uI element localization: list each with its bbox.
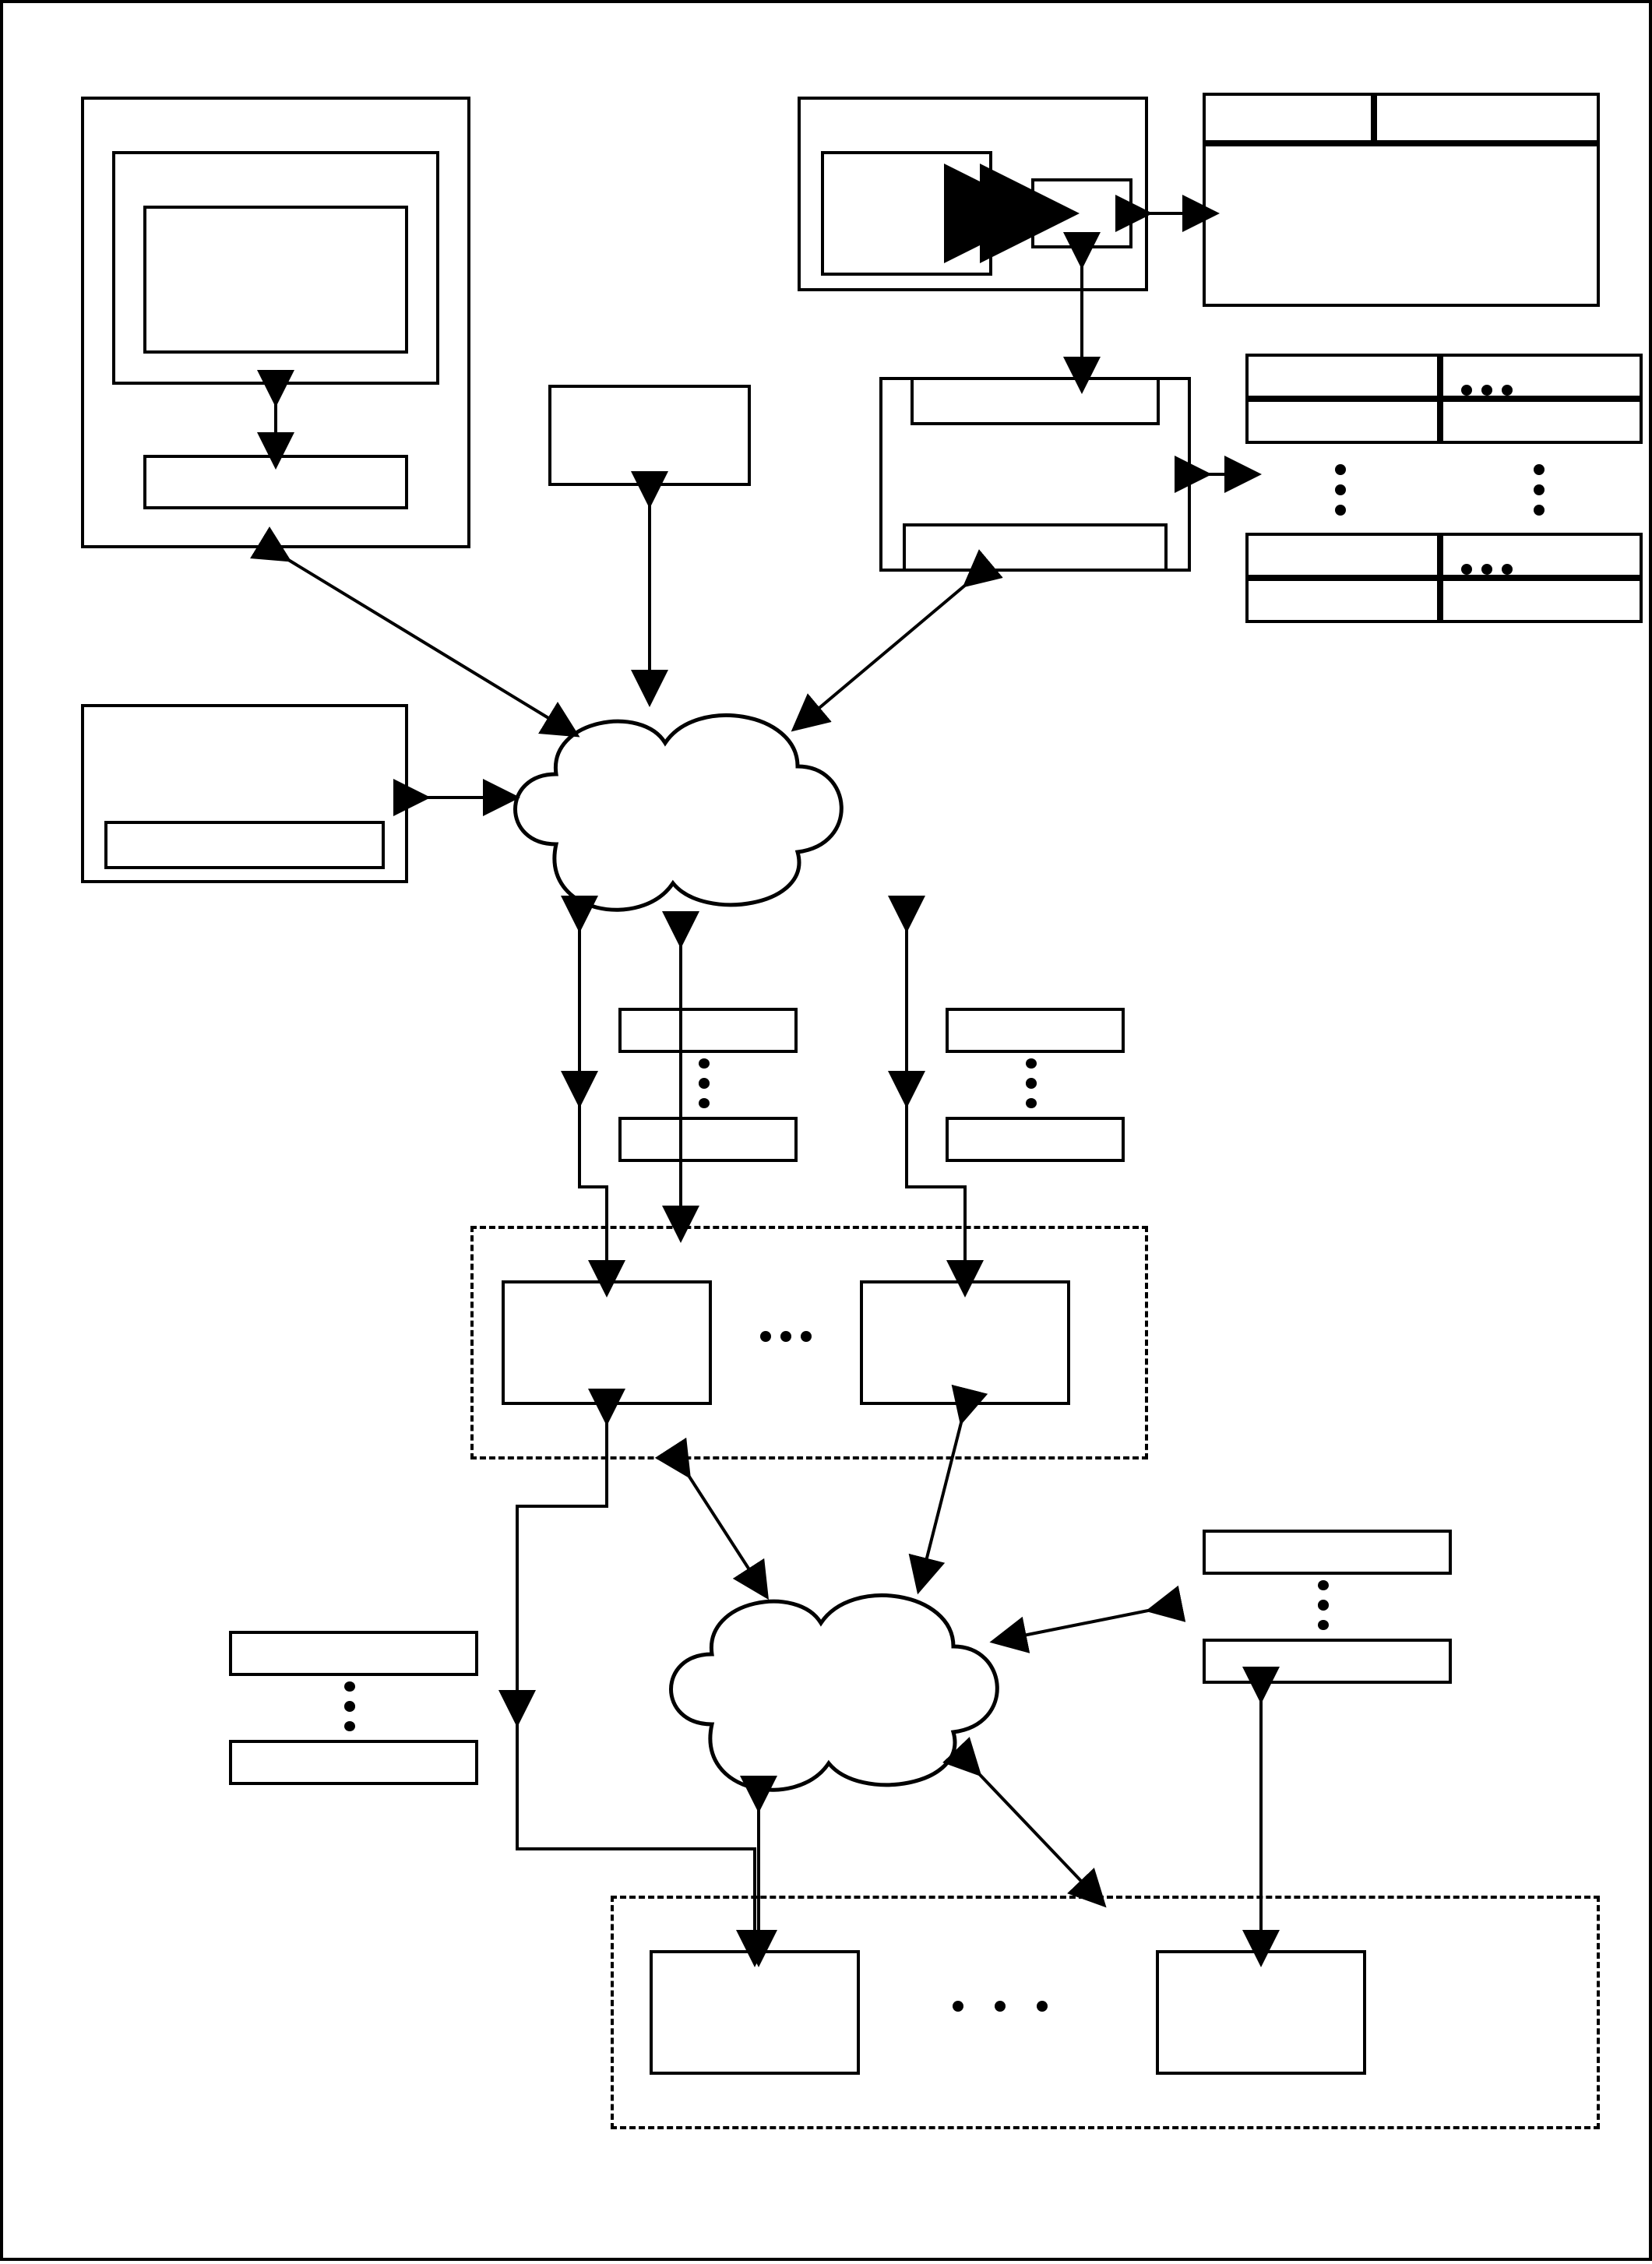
computing-core-22 bbox=[821, 151, 992, 276]
ec-sub-slice-y-1-1 bbox=[229, 1740, 478, 1785]
dots-subr bbox=[1318, 1580, 1329, 1630]
ds-processing-module-38 bbox=[143, 206, 408, 354]
dots-row-2 bbox=[1460, 564, 1514, 575]
ec-sub-slice-1-1-z bbox=[1203, 1530, 1452, 1575]
ds-storage-unit-2-1 bbox=[650, 1950, 860, 2075]
ec-sub-slice-1-1-1 bbox=[229, 1631, 478, 1676]
slice-name-1-1 bbox=[1245, 354, 1440, 399]
dots-mid-l bbox=[699, 1058, 710, 1108]
ec-slice-y-1-mid bbox=[618, 1117, 798, 1162]
data-object-34 bbox=[1203, 143, 1600, 307]
dots-layer2 bbox=[922, 2001, 1078, 2012]
dots-row-1 bbox=[1460, 385, 1514, 396]
os-filename-32 bbox=[1374, 93, 1600, 143]
dots-mid-r bbox=[1026, 1058, 1037, 1108]
ds-managing-unit-18 bbox=[548, 385, 751, 486]
ec-slice-1-x bbox=[1440, 399, 1643, 444]
dsnet-interface-40 bbox=[143, 455, 408, 509]
dsnet-interface-42 bbox=[104, 821, 385, 869]
ds-storage-unit-2-n bbox=[1156, 1950, 1366, 2075]
ec-sub-slice-y-1-z bbox=[1203, 1639, 1452, 1684]
ec-slice-1-1-mid bbox=[618, 1008, 798, 1053]
interface-24 bbox=[1031, 178, 1132, 248]
network-cloud-2 bbox=[642, 1561, 1016, 1818]
diagram-page: /* fix: we can't re-run CSS per element;… bbox=[0, 0, 1652, 2261]
dots-layer1 bbox=[743, 1331, 829, 1342]
ec-slice-1-1 bbox=[1245, 399, 1440, 444]
ec-slice-1-x-mid bbox=[946, 1008, 1125, 1053]
dots-subl bbox=[344, 1681, 355, 1731]
dsnet-interface-28 bbox=[903, 523, 1168, 572]
dots-col-1 bbox=[1335, 463, 1346, 517]
ec-slice-y-1 bbox=[1245, 578, 1440, 623]
ds-storage-unit-1-n bbox=[860, 1280, 1070, 1405]
network-cloud-1 bbox=[486, 681, 860, 938]
ds-storage-unit-1-1 bbox=[502, 1280, 712, 1405]
dots-col-2 bbox=[1534, 463, 1545, 517]
user-id-30 bbox=[1203, 93, 1374, 143]
interface-26 bbox=[911, 377, 1160, 425]
ec-slice-y-x bbox=[1440, 578, 1643, 623]
ec-slice-y-x-mid bbox=[946, 1117, 1125, 1162]
slice-name-y-1 bbox=[1245, 533, 1440, 578]
